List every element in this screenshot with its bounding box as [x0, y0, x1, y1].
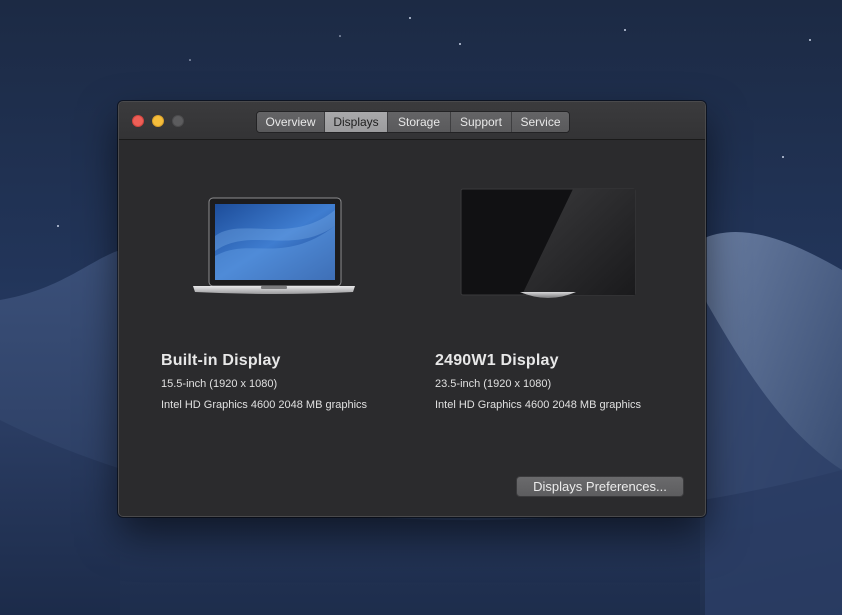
displays-panel: Built-in Display 15.5-inch (1920 x 1080)…: [119, 140, 705, 516]
display-graphics: Intel HD Graphics 4600 2048 MB graphics: [435, 399, 642, 411]
about-this-mac-window: Overview Displays Storage Support Servic…: [118, 101, 706, 517]
display-size: 23.5-inch (1920 x 1080): [435, 378, 552, 390]
display-name: Built-in Display: [161, 352, 281, 369]
tab-storage[interactable]: Storage: [388, 112, 451, 132]
display-graphics: Intel HD Graphics 4600 2048 MB graphics: [161, 399, 368, 411]
display-size: 15.5-inch (1920 x 1080): [161, 378, 278, 390]
displays-preferences-button[interactable]: Displays Preferences...: [516, 476, 684, 497]
title-bar: Overview Displays Storage Support Servic…: [119, 102, 705, 140]
tab-bar: Overview Displays Storage Support Servic…: [256, 111, 570, 133]
close-button[interactable]: [132, 115, 144, 127]
minimize-button[interactable]: [152, 115, 164, 127]
builtin-display-info: Built-in Display 15.5-inch (1920 x 1080)…: [161, 350, 367, 412]
tab-support[interactable]: Support: [451, 112, 512, 132]
external-display-info: 2490W1 Display 23.5-inch (1920 x 1080) I…: [435, 350, 641, 412]
tab-service[interactable]: Service: [512, 112, 569, 132]
desktop-wallpaper: Overview Displays Storage Support Servic…: [0, 0, 842, 615]
monitor-icon: [460, 188, 636, 298]
zoom-button: [172, 115, 184, 127]
display-name: 2490W1 Display: [435, 352, 559, 369]
laptop-icon: [193, 197, 355, 294]
tab-overview[interactable]: Overview: [257, 112, 325, 132]
tab-displays[interactable]: Displays: [325, 112, 388, 132]
